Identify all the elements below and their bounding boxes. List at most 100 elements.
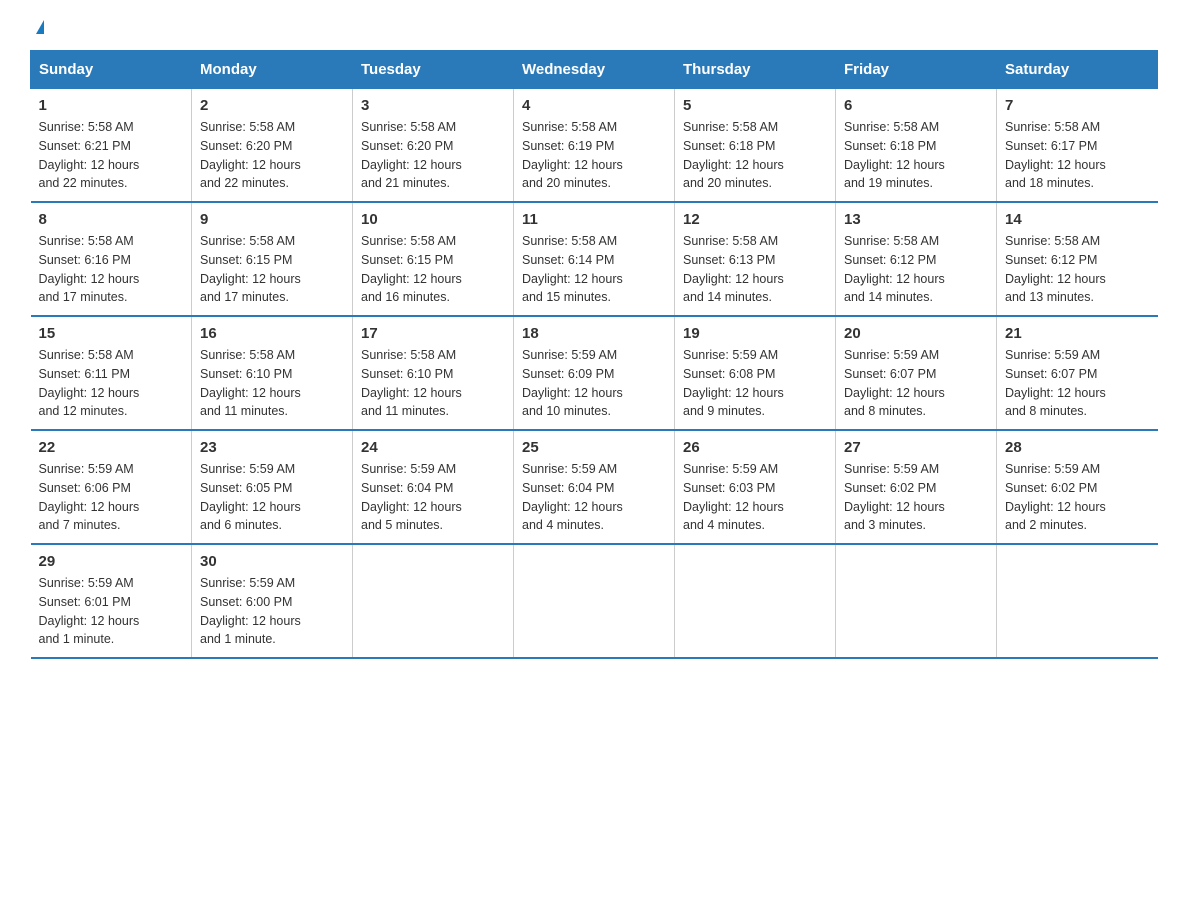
calendar-week-1: 1 Sunrise: 5:58 AM Sunset: 6:21 PM Dayli… (31, 89, 1158, 203)
header-friday: Friday (836, 51, 997, 89)
day-number: 6 (844, 97, 988, 114)
calendar-cell: 22 Sunrise: 5:59 AM Sunset: 6:06 PM Dayl… (31, 430, 192, 544)
day-info: Sunrise: 5:58 AM Sunset: 6:17 PM Dayligh… (1005, 118, 1150, 193)
calendar-cell: 7 Sunrise: 5:58 AM Sunset: 6:17 PM Dayli… (997, 89, 1158, 203)
calendar-cell: 30 Sunrise: 5:59 AM Sunset: 6:00 PM Dayl… (192, 544, 353, 658)
calendar-cell: 13 Sunrise: 5:58 AM Sunset: 6:12 PM Dayl… (836, 202, 997, 316)
calendar-cell: 23 Sunrise: 5:59 AM Sunset: 6:05 PM Dayl… (192, 430, 353, 544)
day-number: 26 (683, 439, 827, 456)
day-info: Sunrise: 5:59 AM Sunset: 6:08 PM Dayligh… (683, 346, 827, 421)
calendar-cell: 14 Sunrise: 5:58 AM Sunset: 6:12 PM Dayl… (997, 202, 1158, 316)
calendar-cell: 15 Sunrise: 5:58 AM Sunset: 6:11 PM Dayl… (31, 316, 192, 430)
day-info: Sunrise: 5:59 AM Sunset: 6:05 PM Dayligh… (200, 460, 344, 535)
day-info: Sunrise: 5:59 AM Sunset: 6:07 PM Dayligh… (1005, 346, 1150, 421)
day-number: 2 (200, 97, 344, 114)
calendar-cell: 12 Sunrise: 5:58 AM Sunset: 6:13 PM Dayl… (675, 202, 836, 316)
calendar-cell: 5 Sunrise: 5:58 AM Sunset: 6:18 PM Dayli… (675, 89, 836, 203)
calendar-cell: 20 Sunrise: 5:59 AM Sunset: 6:07 PM Dayl… (836, 316, 997, 430)
calendar-cell: 9 Sunrise: 5:58 AM Sunset: 6:15 PM Dayli… (192, 202, 353, 316)
day-info: Sunrise: 5:58 AM Sunset: 6:13 PM Dayligh… (683, 232, 827, 307)
calendar-cell: 28 Sunrise: 5:59 AM Sunset: 6:02 PM Dayl… (997, 430, 1158, 544)
day-number: 12 (683, 211, 827, 228)
calendar-cell: 1 Sunrise: 5:58 AM Sunset: 6:21 PM Dayli… (31, 89, 192, 203)
day-number: 20 (844, 325, 988, 342)
calendar-cell: 19 Sunrise: 5:59 AM Sunset: 6:08 PM Dayl… (675, 316, 836, 430)
day-number: 14 (1005, 211, 1150, 228)
header-tuesday: Tuesday (353, 51, 514, 89)
calendar-week-5: 29 Sunrise: 5:59 AM Sunset: 6:01 PM Dayl… (31, 544, 1158, 658)
day-info: Sunrise: 5:58 AM Sunset: 6:11 PM Dayligh… (39, 346, 184, 421)
calendar-week-4: 22 Sunrise: 5:59 AM Sunset: 6:06 PM Dayl… (31, 430, 1158, 544)
calendar-cell: 4 Sunrise: 5:58 AM Sunset: 6:19 PM Dayli… (514, 89, 675, 203)
calendar-cell: 25 Sunrise: 5:59 AM Sunset: 6:04 PM Dayl… (514, 430, 675, 544)
day-info: Sunrise: 5:58 AM Sunset: 6:18 PM Dayligh… (683, 118, 827, 193)
day-number: 11 (522, 211, 666, 228)
header-saturday: Saturday (997, 51, 1158, 89)
day-number: 29 (39, 553, 184, 570)
day-number: 27 (844, 439, 988, 456)
day-info: Sunrise: 5:58 AM Sunset: 6:21 PM Dayligh… (39, 118, 184, 193)
calendar-cell: 27 Sunrise: 5:59 AM Sunset: 6:02 PM Dayl… (836, 430, 997, 544)
header-thursday: Thursday (675, 51, 836, 89)
calendar-cell: 11 Sunrise: 5:58 AM Sunset: 6:14 PM Dayl… (514, 202, 675, 316)
day-info: Sunrise: 5:58 AM Sunset: 6:12 PM Dayligh… (844, 232, 988, 307)
calendar-cell: 6 Sunrise: 5:58 AM Sunset: 6:18 PM Dayli… (836, 89, 997, 203)
day-number: 15 (39, 325, 184, 342)
calendar-cell: 2 Sunrise: 5:58 AM Sunset: 6:20 PM Dayli… (192, 89, 353, 203)
day-number: 30 (200, 553, 344, 570)
day-info: Sunrise: 5:59 AM Sunset: 6:09 PM Dayligh… (522, 346, 666, 421)
calendar-cell: 26 Sunrise: 5:59 AM Sunset: 6:03 PM Dayl… (675, 430, 836, 544)
day-info: Sunrise: 5:59 AM Sunset: 6:03 PM Dayligh… (683, 460, 827, 535)
day-info: Sunrise: 5:59 AM Sunset: 6:02 PM Dayligh… (1005, 460, 1150, 535)
day-number: 7 (1005, 97, 1150, 114)
day-number: 4 (522, 97, 666, 114)
calendar-cell: 24 Sunrise: 5:59 AM Sunset: 6:04 PM Dayl… (353, 430, 514, 544)
day-number: 18 (522, 325, 666, 342)
calendar-cell (675, 544, 836, 658)
calendar-cell (353, 544, 514, 658)
day-number: 28 (1005, 439, 1150, 456)
day-info: Sunrise: 5:59 AM Sunset: 6:00 PM Dayligh… (200, 574, 344, 649)
header-monday: Monday (192, 51, 353, 89)
day-number: 10 (361, 211, 505, 228)
calendar-cell: 18 Sunrise: 5:59 AM Sunset: 6:09 PM Dayl… (514, 316, 675, 430)
calendar-cell: 8 Sunrise: 5:58 AM Sunset: 6:16 PM Dayli… (31, 202, 192, 316)
day-number: 21 (1005, 325, 1150, 342)
calendar-cell: 17 Sunrise: 5:58 AM Sunset: 6:10 PM Dayl… (353, 316, 514, 430)
day-info: Sunrise: 5:58 AM Sunset: 6:14 PM Dayligh… (522, 232, 666, 307)
page-header (30, 20, 1158, 34)
day-number: 25 (522, 439, 666, 456)
day-number: 23 (200, 439, 344, 456)
calendar-cell (997, 544, 1158, 658)
calendar-cell (514, 544, 675, 658)
day-number: 9 (200, 211, 344, 228)
day-number: 8 (39, 211, 184, 228)
calendar-cell: 29 Sunrise: 5:59 AM Sunset: 6:01 PM Dayl… (31, 544, 192, 658)
day-info: Sunrise: 5:59 AM Sunset: 6:04 PM Dayligh… (361, 460, 505, 535)
day-number: 24 (361, 439, 505, 456)
calendar-cell (836, 544, 997, 658)
calendar-cell: 10 Sunrise: 5:58 AM Sunset: 6:15 PM Dayl… (353, 202, 514, 316)
calendar-cell: 21 Sunrise: 5:59 AM Sunset: 6:07 PM Dayl… (997, 316, 1158, 430)
day-number: 19 (683, 325, 827, 342)
day-number: 3 (361, 97, 505, 114)
day-info: Sunrise: 5:59 AM Sunset: 6:01 PM Dayligh… (39, 574, 184, 649)
calendar-week-3: 15 Sunrise: 5:58 AM Sunset: 6:11 PM Dayl… (31, 316, 1158, 430)
header-wednesday: Wednesday (514, 51, 675, 89)
calendar-cell: 3 Sunrise: 5:58 AM Sunset: 6:20 PM Dayli… (353, 89, 514, 203)
day-number: 16 (200, 325, 344, 342)
calendar-cell: 16 Sunrise: 5:58 AM Sunset: 6:10 PM Dayl… (192, 316, 353, 430)
day-info: Sunrise: 5:58 AM Sunset: 6:16 PM Dayligh… (39, 232, 184, 307)
logo (30, 20, 44, 34)
day-info: Sunrise: 5:58 AM Sunset: 6:19 PM Dayligh… (522, 118, 666, 193)
day-info: Sunrise: 5:58 AM Sunset: 6:18 PM Dayligh… (844, 118, 988, 193)
header-sunday: Sunday (31, 51, 192, 89)
day-number: 22 (39, 439, 184, 456)
day-info: Sunrise: 5:59 AM Sunset: 6:06 PM Dayligh… (39, 460, 184, 535)
day-info: Sunrise: 5:58 AM Sunset: 6:15 PM Dayligh… (361, 232, 505, 307)
day-info: Sunrise: 5:58 AM Sunset: 6:10 PM Dayligh… (200, 346, 344, 421)
calendar-week-2: 8 Sunrise: 5:58 AM Sunset: 6:16 PM Dayli… (31, 202, 1158, 316)
day-info: Sunrise: 5:58 AM Sunset: 6:10 PM Dayligh… (361, 346, 505, 421)
calendar-table: SundayMondayTuesdayWednesdayThursdayFrid… (30, 50, 1158, 659)
day-number: 5 (683, 97, 827, 114)
